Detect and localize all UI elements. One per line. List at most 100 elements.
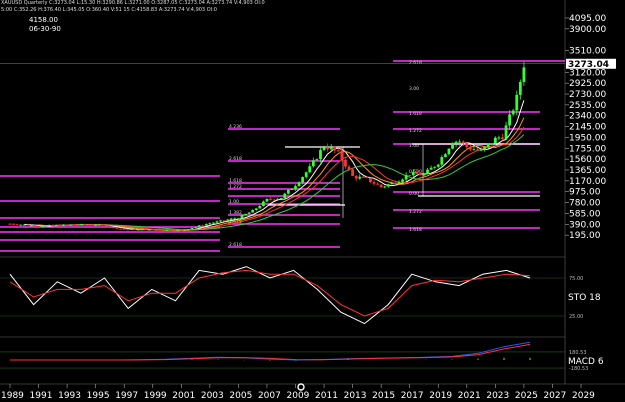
candle-body: [276, 198, 280, 200]
time-label: 2029: [572, 391, 595, 401]
candle-body: [87, 224, 90, 226]
candle-body: [279, 198, 283, 200]
candle-body: [297, 182, 301, 187]
candle-body: [204, 224, 208, 226]
candle-body: [304, 172, 308, 178]
candle-body: [322, 147, 326, 151]
time-label: 1993: [58, 391, 81, 401]
info-date: 06-30-90: [29, 25, 61, 33]
candle-body: [261, 201, 265, 207]
fib-label: 1.272: [409, 209, 422, 215]
candle-body: [461, 141, 465, 144]
candle-body: [254, 208, 258, 210]
moving-averages: [24, 100, 525, 231]
price-label: 1170.00: [569, 177, 606, 187]
candle-body: [154, 229, 158, 231]
time-label: 2001: [172, 391, 195, 401]
time-label: 2003: [201, 391, 224, 401]
candle-body: [326, 147, 330, 150]
time-label: 2023: [486, 391, 509, 401]
candle-body: [44, 225, 48, 227]
time-label: 2027: [543, 391, 566, 401]
candle-body: [336, 150, 340, 152]
candle-body: [401, 179, 404, 182]
fib-label: 1.618: [409, 111, 422, 117]
price-label: 1755.00: [569, 144, 606, 154]
candle-body: [83, 224, 87, 226]
fib-label: 1.618: [409, 227, 422, 233]
fib-label: 2.618: [409, 60, 422, 66]
last-price-value: 3273.04: [568, 60, 609, 70]
candle-body: [294, 186, 297, 189]
symbol-header: XAUUSD Quarterly C:3273.04 L:15.30 H:329…: [1, 0, 265, 6]
time-label: 1997: [115, 391, 138, 401]
candle-body: [90, 224, 94, 226]
candle-body: [65, 224, 69, 226]
price-label: 3900.00: [569, 25, 606, 35]
candle-body: [197, 225, 201, 227]
fib-label: 2.618: [229, 156, 242, 162]
candle-body: [240, 215, 244, 219]
candle-body: [447, 148, 451, 155]
candle-body: [397, 181, 401, 184]
fib-label: 1.272: [409, 128, 422, 134]
candle-body: [97, 224, 101, 226]
fib-label: 4.236: [229, 124, 242, 130]
price-label: 2340.00: [569, 112, 606, 122]
candle-body: [319, 150, 322, 160]
candle-body: [394, 182, 397, 184]
candle-body: [140, 229, 144, 231]
horizontal-levels: [0, 63, 565, 218]
candle-body: [301, 177, 305, 183]
sto-d-line: [9, 269, 531, 317]
candle-body: [515, 94, 519, 111]
price-label: 390.00: [569, 220, 601, 230]
candle-body: [365, 177, 369, 179]
price-label: 2730.00: [569, 90, 606, 100]
time-label: 2013: [344, 391, 367, 401]
candle-body: [479, 149, 483, 151]
time-label: 2017: [401, 391, 424, 401]
candle-body: [419, 173, 422, 176]
candle-body: [511, 110, 515, 115]
candle-body: [176, 230, 180, 232]
candle-body: [290, 188, 294, 190]
candle-body: [443, 154, 447, 158]
candle-body: [76, 224, 80, 226]
fib-label: 1.618: [229, 178, 242, 184]
info-value: 4158.00: [29, 16, 58, 24]
candle-body: [144, 229, 148, 231]
sto-k-line: [9, 266, 531, 325]
time-label: 1989: [1, 391, 24, 401]
candle-body: [94, 224, 98, 226]
price-label: 4095.00: [569, 14, 606, 24]
price-label: 1365.00: [569, 166, 606, 176]
price-label: 585.00: [569, 209, 601, 219]
candle-body: [265, 198, 269, 202]
candle-body: [358, 176, 362, 179]
candle-body: [162, 230, 165, 232]
time-label: 2009: [287, 391, 310, 401]
stochastic-panel: 75.00 25.00 STO 18: [0, 266, 601, 325]
fib-label: 0.00: [409, 191, 419, 197]
price-label: 780.00: [569, 199, 601, 209]
candle-body: [451, 143, 454, 149]
fibonacci-levels: 2.6183.001.6181.2721.000.5000.001.2721.6…: [0, 60, 565, 252]
price-label: 975.00: [569, 188, 601, 198]
candle-body: [361, 176, 365, 178]
candle-body: [286, 189, 290, 194]
time-label: 1999: [144, 391, 167, 401]
candle-body: [344, 159, 347, 167]
candle-body: [19, 224, 23, 226]
candle-body: [486, 143, 490, 147]
candle-body: [522, 67, 526, 82]
candle-body: [151, 229, 155, 231]
candle-body: [504, 125, 508, 139]
candle-body: [212, 222, 215, 224]
candle-body: [147, 229, 151, 231]
candle-body: [33, 225, 37, 227]
price-label: 3510.00: [569, 47, 606, 57]
candle-body: [37, 226, 40, 228]
price-label: 1950.00: [569, 133, 606, 143]
candle-body: [369, 177, 372, 183]
